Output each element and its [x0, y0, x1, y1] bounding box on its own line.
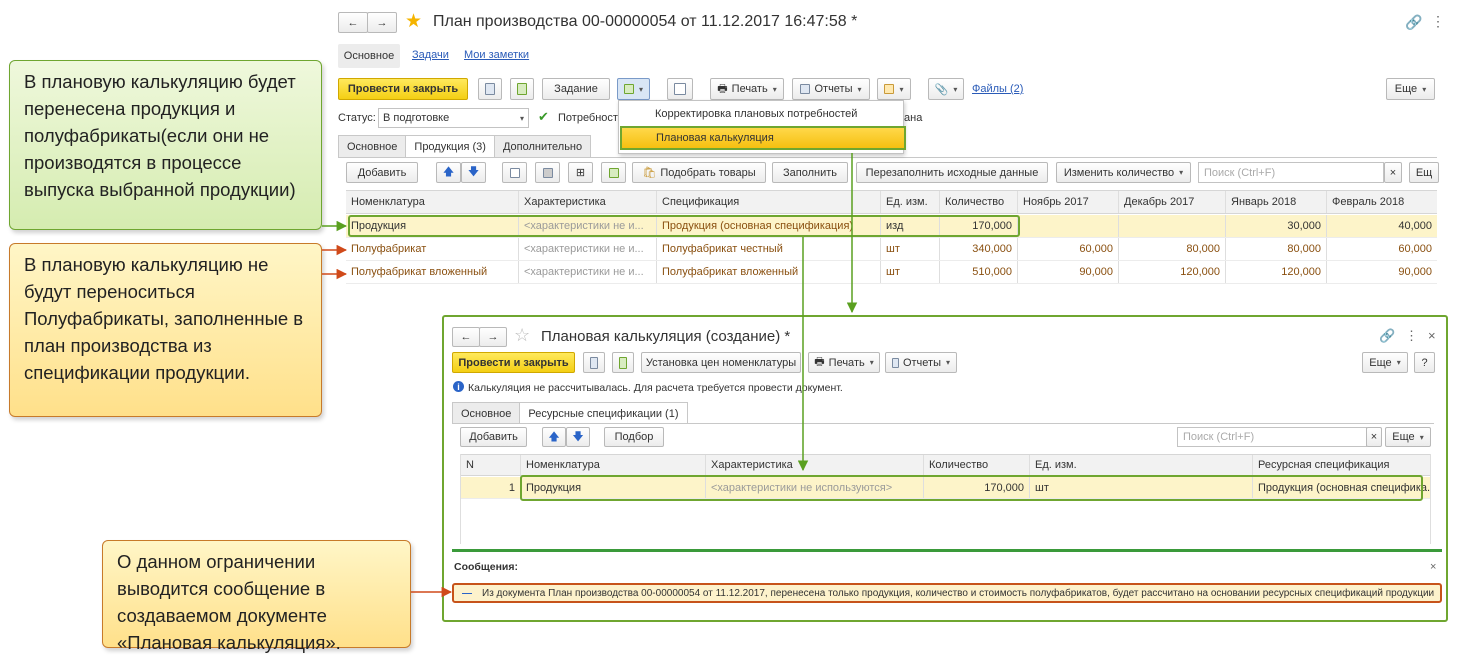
connector-arrows	[322, 153, 858, 598]
